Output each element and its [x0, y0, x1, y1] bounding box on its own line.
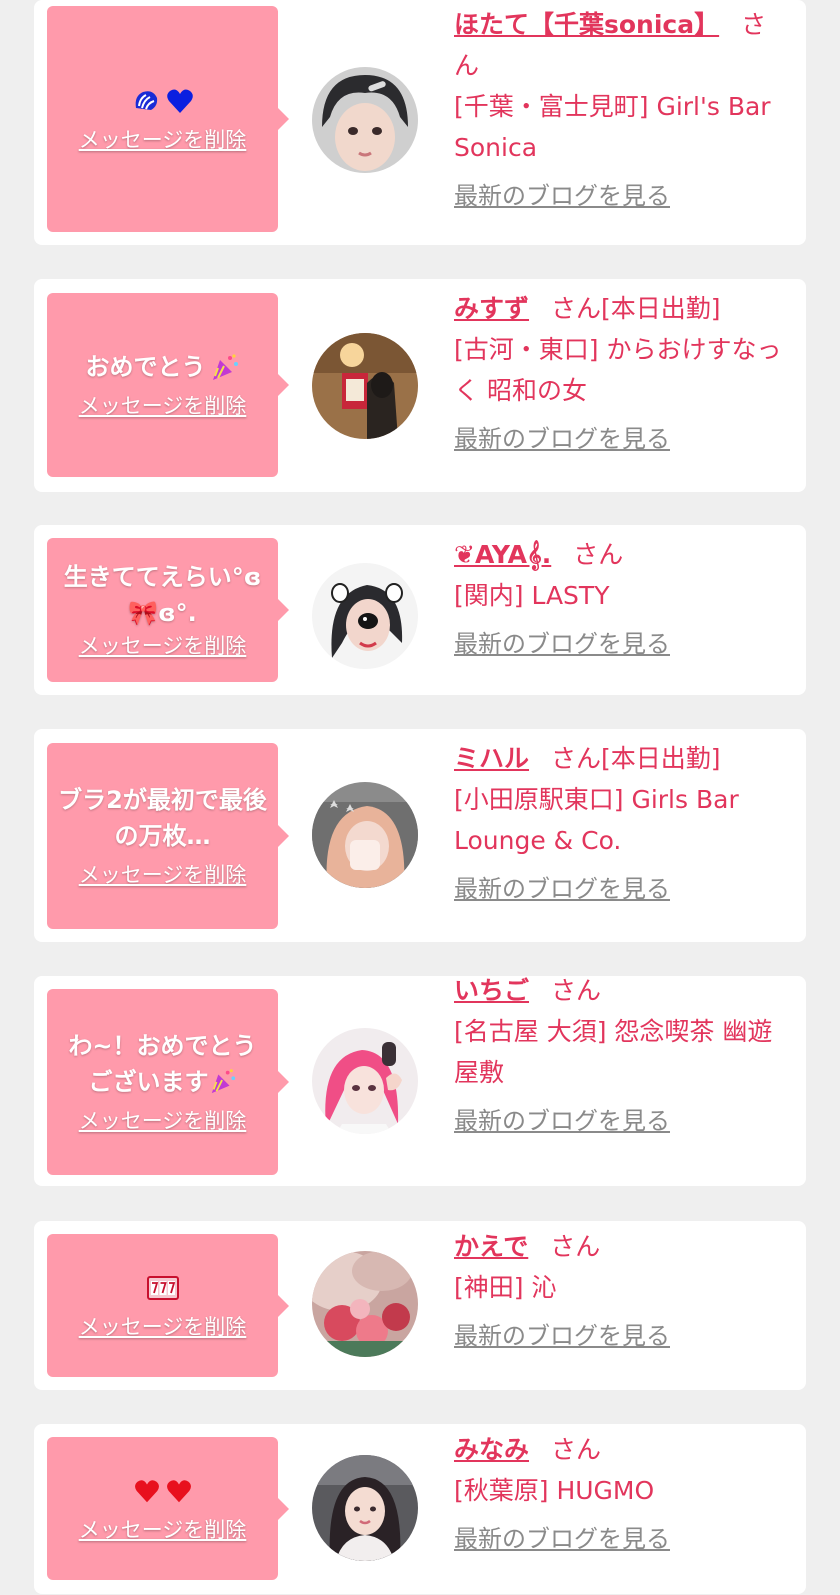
- party-popper-icon: [211, 1069, 235, 1094]
- avatar[interactable]: [312, 1028, 418, 1134]
- cast-name-link[interactable]: いちご: [454, 976, 529, 1005]
- cast-name-link[interactable]: ミハル: [454, 744, 529, 773]
- message-bubble: わ~！おめでとうございます メッセージを削除: [47, 989, 289, 1175]
- message-emoji: [131, 83, 195, 119]
- cast-name-link[interactable]: かえで: [454, 1232, 528, 1261]
- party-popper-icon: [212, 354, 238, 380]
- message-bubble: 生きててえらい°ɞ 🎀ɞ°. メッセージを削除: [47, 538, 289, 682]
- shell-icon: [135, 91, 157, 110]
- message-bubble: ブラ2が最初で最後の万枚… メッセージを削除: [47, 743, 289, 929]
- message-card: メッセージを削除 ほたて【千葉sonica】 さん [千葉・富士見町] Girl'…: [34, 0, 806, 245]
- message-card: おめでとう メッセージを削除 みすず さん[本日出勤] [古河・東口] からおけ…: [34, 279, 806, 492]
- blue-heart-icon: [166, 89, 193, 113]
- delete-message-link[interactable]: メッセージを削除: [79, 1106, 247, 1136]
- delete-message-link[interactable]: メッセージを削除: [79, 1515, 247, 1545]
- delete-message-link[interactable]: メッセージを削除: [79, 1312, 247, 1342]
- message-bubble: メッセージを削除: [47, 1437, 289, 1580]
- avatar[interactable]: [312, 563, 418, 669]
- red-heart-icon: [166, 1479, 191, 1502]
- message-text: 生きててえらい°ɞ 🎀ɞ°.: [63, 563, 262, 627]
- san-label: さん: [551, 294, 602, 323]
- shop-name: [神田] 沁: [454, 1273, 557, 1302]
- message-card: わ~！おめでとうございます メッセージを削除 いちご さん [名古屋 大須] 怨…: [34, 976, 806, 1186]
- delete-message-link[interactable]: メッセージを削除: [79, 391, 247, 421]
- latest-blog-link[interactable]: 最新のブログを見る: [454, 1105, 670, 1137]
- cast-info: ❦AYA𝄞. さん [関内] LASTY 最新のブログを見る: [454, 534, 789, 664]
- latest-blog-link[interactable]: 最新のブログを見る: [454, 180, 670, 212]
- message-text: ブラ2が最初で最後の万枚…: [58, 786, 267, 850]
- red-heart-icon: [134, 1479, 159, 1502]
- cast-info: ほたて【千葉sonica】 さん [千葉・富士見町] Girl's Bar Son…: [454, 4, 789, 216]
- avatar[interactable]: [312, 782, 418, 888]
- san-label: さん: [573, 540, 624, 569]
- delete-message-link[interactable]: メッセージを削除: [79, 860, 247, 890]
- cast-name-link[interactable]: ほたて【千葉sonica】: [454, 10, 719, 39]
- avatar[interactable]: [312, 1251, 418, 1357]
- message-bubble: メッセージを削除: [47, 6, 289, 232]
- message-text: おめでとう: [85, 353, 206, 381]
- message-card: メッセージを削除 みなみ さん [秋葉原] HUGMO 最新のブログを見る: [34, 1424, 806, 1594]
- shop-name: [古河・東口] からおけすなっく 昭和の女: [454, 335, 782, 405]
- cast-name-link[interactable]: ❦AYA𝄞.: [454, 540, 551, 569]
- shop-name: [千葉・富士見町] Girl's Bar Sonica: [454, 92, 771, 162]
- latest-blog-link[interactable]: 最新のブログを見る: [454, 1523, 670, 1555]
- message-bubble: おめでとう メッセージを削除: [47, 293, 289, 477]
- san-label: さん: [551, 1435, 602, 1464]
- san-label: さん: [551, 976, 602, 1005]
- cast-status: [本日出勤]: [601, 744, 721, 773]
- shop-name: [関内] LASTY: [454, 581, 610, 610]
- cast-info: みすず さん[本日出勤] [古河・東口] からおけすなっく 昭和の女 最新のブログ…: [454, 288, 789, 459]
- latest-blog-link[interactable]: 最新のブログを見る: [454, 423, 670, 455]
- message-emoji: [146, 1270, 179, 1306]
- message-card: メッセージを削除 かえで さん [神田] 沁 最新のブログを見る: [34, 1221, 806, 1390]
- cast-info: みなみ さん [秋葉原] HUGMO 最新のブログを見る: [454, 1429, 789, 1559]
- message-text-row: わ~！おめでとうございます: [57, 1028, 268, 1100]
- avatar[interactable]: [312, 1455, 418, 1561]
- san-label: さん: [550, 1232, 601, 1261]
- latest-blog-link[interactable]: 最新のブログを見る: [454, 628, 670, 660]
- cast-status: [本日出勤]: [601, 294, 721, 323]
- cast-info: ミハル さん[本日出勤] [小田原駅東口] Girls Bar Lounge & …: [454, 738, 789, 909]
- shop-name: [小田原駅東口] Girls Bar Lounge & Co.: [454, 785, 739, 855]
- cast-name-link[interactable]: みなみ: [454, 1435, 529, 1464]
- cast-name-link[interactable]: みすず: [454, 294, 529, 323]
- cast-info: いちご さん [名古屋 大須] 怨念喫茶 幽遊屋敷 最新のブログを見る: [454, 970, 789, 1141]
- delete-message-link[interactable]: メッセージを削除: [79, 125, 247, 155]
- shop-name: [秋葉原] HUGMO: [454, 1476, 655, 1505]
- message-emoji: [133, 1473, 193, 1509]
- message-card: 生きててえらい°ɞ 🎀ɞ°. メッセージを削除 ❦AYA𝄞. さん [関内] LA…: [34, 525, 806, 695]
- message-bubble: メッセージを削除: [47, 1234, 289, 1377]
- san-label: さん: [551, 744, 602, 773]
- cast-info: かえで さん [神田] 沁 最新のブログを見る: [454, 1226, 789, 1356]
- latest-blog-link[interactable]: 最新のブログを見る: [454, 1320, 670, 1352]
- message-text-row: おめでとう: [86, 349, 240, 385]
- message-card: ブラ2が最初で最後の万枚… メッセージを削除 ミハル さん[本日出勤] [小田原駅…: [34, 729, 806, 942]
- latest-blog-link[interactable]: 最新のブログを見る: [454, 873, 670, 905]
- avatar[interactable]: [312, 67, 418, 173]
- message-list: メッセージを削除 ほたて【千葉sonica】 さん [千葉・富士見町] Girl'…: [0, 0, 840, 1595]
- slot-777-icon: [146, 1275, 179, 1300]
- shop-name: [名古屋 大須] 怨念喫茶 幽遊屋敷: [454, 1017, 773, 1087]
- avatar[interactable]: [312, 333, 418, 439]
- delete-message-link[interactable]: メッセージを削除: [79, 631, 247, 661]
